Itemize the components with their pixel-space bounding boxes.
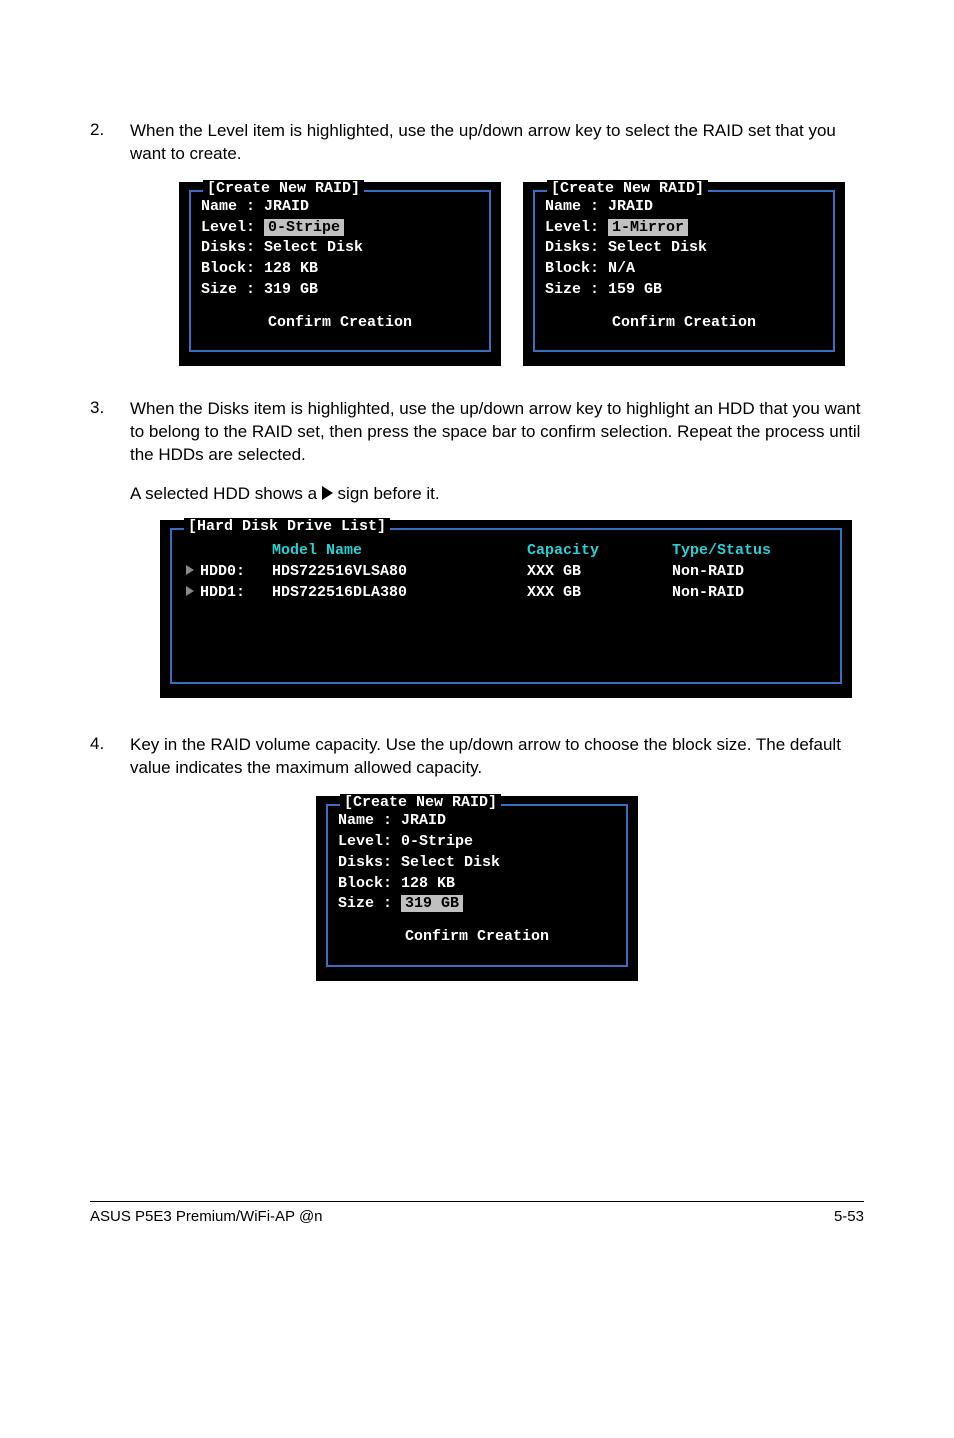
panel-a-level: Level: 0-Stripe (201, 219, 479, 238)
step-3-sub-post: sign before it. (333, 484, 440, 503)
step-2: 2. When the Level item is highlighted, u… (90, 120, 864, 166)
panel-a-disks: Disks: Select Disk (201, 239, 479, 258)
panel-c-title: [Create New RAID] (340, 794, 501, 811)
hdr-model: Model Name (272, 542, 527, 561)
panel-c-size: Size : 319 GB (338, 895, 616, 914)
selected-marker-icon (186, 565, 194, 575)
panel-b-size: Size : 159 GB (545, 281, 823, 300)
disk-row-cap: XXX GB (527, 563, 672, 582)
disk-row-type: Non-RAID (672, 563, 830, 582)
hdr-type: Type/Status (672, 542, 830, 561)
panel-c-block: Block: 128 KB (338, 875, 616, 894)
disk-list-title: [Hard Disk Drive List] (184, 518, 390, 535)
panel-b-disks: Disks: Select Disk (545, 239, 823, 258)
disk-row-cap: XXX GB (527, 584, 672, 603)
step-3-num: 3. (90, 398, 130, 467)
panel-a-confirm[interactable]: Confirm Creation (201, 314, 479, 333)
disk-list-header: Model Name Capacity Type/Status (182, 542, 830, 561)
panel-b-block: Block: N/A (545, 260, 823, 279)
panel-c-disks: Disks: Select Disk (338, 854, 616, 873)
panel-c-name: Name : JRAID (338, 812, 616, 831)
step-2-text: When the Level item is highlighted, use … (130, 120, 864, 166)
panel-b-level: Level: 1-Mirror (545, 219, 823, 238)
panel-b-level-lbl: Level: (545, 219, 599, 236)
triangle-icon (322, 486, 333, 500)
panel-b-confirm[interactable]: Confirm Creation (545, 314, 823, 333)
page-footer: ASUS P5E3 Premium/WiFi-AP @n 5-53 (90, 1201, 864, 1225)
hdr-capacity: Capacity (527, 542, 672, 561)
panel-a-level-val[interactable]: 0-Stripe (264, 219, 344, 236)
panel-b-level-val[interactable]: 1-Mirror (608, 219, 688, 236)
disk-list-panel: [Hard Disk Drive List] Model Name Capaci… (160, 520, 852, 698)
panel-size: [Create New RAID] Name : JRAID Level: 0-… (316, 796, 638, 981)
disk-row-id: HDD1: (200, 584, 245, 601)
step-4-num: 4. (90, 734, 130, 780)
panel-a-name: Name : JRAID (201, 198, 479, 217)
step-3-sub-pre: A selected HDD shows a (130, 484, 322, 503)
panel-c-size-val[interactable]: 319 GB (401, 895, 463, 912)
panel-level-stripe: [Create New RAID] Name : JRAID Level: 0-… (179, 182, 501, 367)
footer-right: 5-53 (834, 1208, 864, 1225)
footer-left: ASUS P5E3 Premium/WiFi-AP @n (90, 1208, 323, 1225)
disk-row-id: HDD0: (200, 563, 245, 580)
panel-a-size: Size : 319 GB (201, 281, 479, 300)
disk-row-model: HDS722516VLSA80 (272, 563, 527, 582)
step-4-text: Key in the RAID volume capacity. Use the… (130, 734, 864, 780)
step-2-num: 2. (90, 120, 130, 166)
panel-a-title: [Create New RAID] (203, 180, 364, 197)
panel-a-block: Block: 128 KB (201, 260, 479, 279)
panel-b-title: [Create New RAID] (547, 180, 708, 197)
step-3-subtext: A selected HDD shows a sign before it. (130, 483, 864, 506)
panels-step2: [Create New RAID] Name : JRAID Level: 0-… (160, 182, 864, 367)
panel-level-mirror: [Create New RAID] Name : JRAID Level: 1-… (523, 182, 845, 367)
disk-row[interactable]: HDD1: HDS722516DLA380 XXX GB Non-RAID (182, 584, 830, 603)
step-3-text: When the Disks item is highlighted, use … (130, 398, 864, 467)
panel-a-level-lbl: Level: (201, 219, 255, 236)
disk-row-type: Non-RAID (672, 584, 830, 603)
panel-c-level: Level: 0-Stripe (338, 833, 616, 852)
step-4: 4. Key in the RAID volume capacity. Use … (90, 734, 864, 780)
panel-c-size-lbl: Size : (338, 895, 392, 912)
panel-b-name: Name : JRAID (545, 198, 823, 217)
disk-row-model: HDS722516DLA380 (272, 584, 527, 603)
disk-row[interactable]: HDD0: HDS722516VLSA80 XXX GB Non-RAID (182, 563, 830, 582)
step-3: 3. When the Disks item is highlighted, u… (90, 398, 864, 467)
selected-marker-icon (186, 586, 194, 596)
panel-c-confirm[interactable]: Confirm Creation (338, 928, 616, 947)
